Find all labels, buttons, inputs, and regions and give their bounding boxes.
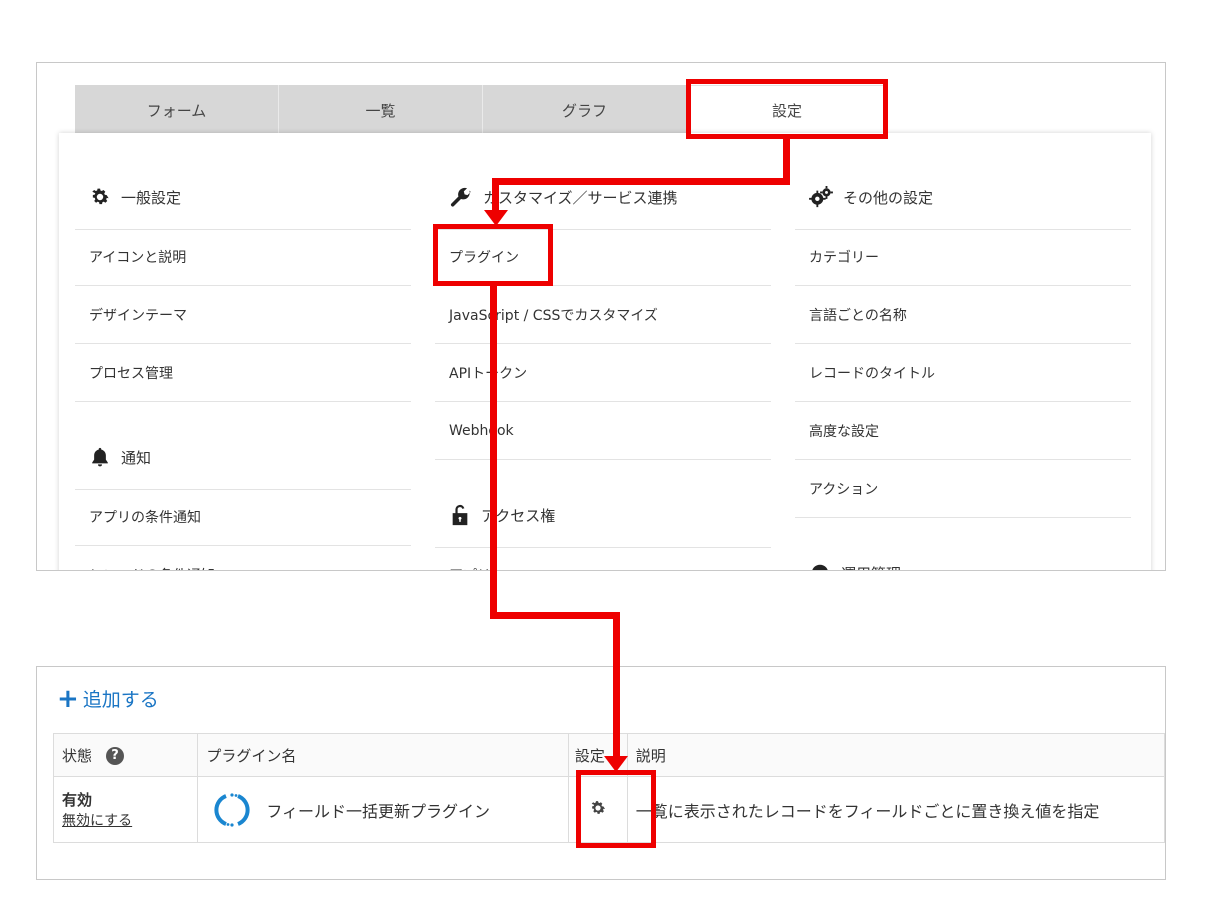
other-heading: その他の設定	[809, 175, 933, 219]
help-icon[interactable]: ?	[106, 747, 125, 765]
menu-api-token[interactable]: APIトークン	[435, 345, 771, 402]
menu-action[interactable]: アクション	[795, 461, 1131, 518]
arrow-line	[490, 612, 620, 619]
customize-heading-label: カスタマイズ／サービス連携	[483, 188, 678, 207]
other-heading-label: その他の設定	[843, 188, 934, 207]
menu-js-css-customize[interactable]: JavaScript / CSSでカスタマイズ	[435, 287, 771, 344]
header-status: 状態?	[52, 733, 199, 777]
arrow-head	[484, 210, 508, 226]
refresh-icon	[214, 792, 250, 827]
ops-icon	[812, 564, 828, 570]
bell-icon	[92, 447, 108, 467]
header-status-label: 状態	[62, 746, 93, 765]
tab-form[interactable]: フォーム	[75, 85, 279, 135]
menu-advanced-settings[interactable]: 高度な設定	[795, 403, 1131, 460]
highlight-gear-button	[576, 770, 656, 848]
general-heading-label: 一般設定	[121, 188, 182, 207]
menu-app-condition-notify[interactable]: アプリの条件通知	[75, 489, 411, 546]
arrow-line	[492, 178, 499, 212]
cell-plugin-name: フィールド一括更新プラグイン	[197, 776, 569, 843]
tab-graph[interactable]: グラフ	[483, 85, 687, 135]
menu-icon-description[interactable]: アイコンと説明	[75, 229, 411, 286]
tab-bar: フォーム 一覧 グラフ 設定	[75, 85, 1149, 135]
tab-list[interactable]: 一覧	[279, 85, 483, 135]
general-heading: 一般設定	[89, 175, 181, 219]
app-settings-panel: フォーム 一覧 グラフ 設定 一般設定 アイコンと説明 デザインテーマ プロセス…	[36, 62, 1166, 571]
arrow-line	[613, 612, 620, 760]
ops-heading-label: 運用管理	[841, 563, 901, 571]
header-plugin-name: プラグイン名	[197, 733, 569, 777]
menu-design-theme[interactable]: デザインテーマ	[75, 287, 411, 344]
lock-icon	[452, 504, 468, 526]
menu-webhook[interactable]: Webhook	[435, 403, 771, 460]
highlight-settings-tab	[686, 79, 888, 139]
cell-status: 有効 無効にする	[52, 776, 199, 843]
cell-description: 一覧に表示されたレコードをフィールドごとに置き換え値を指定	[626, 776, 1165, 843]
divider	[75, 229, 411, 230]
ops-heading: 運用管理	[809, 551, 901, 571]
add-plugin-label: 追加する	[82, 689, 159, 711]
access-heading: アクセス権	[449, 493, 555, 537]
wrench-icon	[450, 187, 471, 207]
settings-card: 一般設定 アイコンと説明 デザインテーマ プロセス管理 通知 アプリの条件通知 …	[59, 133, 1151, 571]
menu-app-access[interactable]: アプリ	[435, 547, 771, 570]
arrow-head	[604, 756, 628, 772]
notify-heading-label: 通知	[121, 448, 152, 467]
header-description: 説明	[626, 733, 1165, 777]
add-plugin-link[interactable]: + 追加する	[57, 685, 159, 712]
menu-category[interactable]: カテゴリー	[795, 229, 1131, 286]
menu-process-management[interactable]: プロセス管理	[75, 345, 411, 402]
plus-icon: +	[57, 683, 79, 714]
arrow-line	[492, 178, 790, 185]
menu-record-title[interactable]: レコードのタイトル	[795, 345, 1131, 402]
status-label: 有効	[62, 791, 93, 809]
notify-heading: 通知	[89, 435, 151, 479]
gears-icon	[809, 186, 833, 208]
gear-icon	[92, 188, 109, 205]
highlight-plugin-menu	[433, 224, 553, 286]
plugin-name: フィールド一括更新プラグイン	[266, 801, 491, 821]
menu-locale-names[interactable]: 言語ごとの名称	[795, 287, 1131, 344]
arrow-line	[490, 282, 497, 618]
menu-record-condition-notify[interactable]: レコードの条件通知	[75, 547, 411, 570]
disable-link[interactable]: 無効にする	[62, 810, 189, 830]
